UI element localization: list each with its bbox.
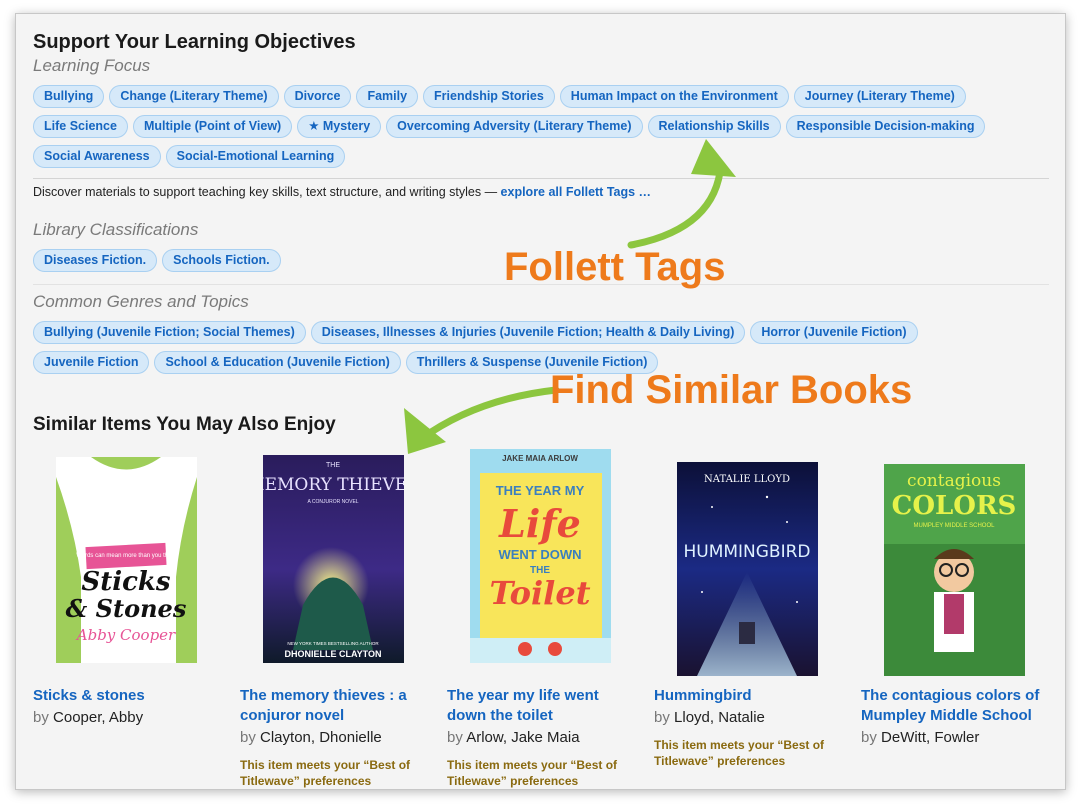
book-title[interactable]: The contagious colors of Mumpley Middle … (861, 686, 1051, 726)
explore-follett-tags-link[interactable]: explore all Follett Tags … (501, 185, 652, 199)
tag-chip[interactable]: Friendship Stories (423, 85, 555, 108)
svg-text:& Stones: & Stones (66, 594, 187, 623)
divider (33, 178, 1049, 179)
learning-objectives-heading: Support Your Learning Objectives (33, 31, 356, 53)
svg-text:HUMMINGBIRD: HUMMINGBIRD (683, 542, 810, 562)
find-similar-arrow (417, 386, 560, 443)
svg-text:THE YEAR MY: THE YEAR MY (496, 483, 585, 498)
tag-chip[interactable]: Horror (Juvenile Fiction) (750, 321, 918, 344)
svg-text:COLORS: COLORS (892, 491, 1017, 521)
tag-chip[interactable]: Multiple (Point of View) (132, 115, 293, 138)
svg-text:JAKE MAIA ARLOW: JAKE MAIA ARLOW (502, 454, 578, 463)
follett-tags-annotation: Follett Tags (504, 245, 726, 289)
tag-chip[interactable]: Journey (Literary Theme) (793, 85, 966, 108)
discover-text: Discover materials to support teaching k… (33, 185, 498, 199)
tag-chip[interactable]: Family (356, 85, 419, 108)
discover-line: Discover materials to support teaching k… (33, 185, 651, 199)
tag-chip[interactable]: Schools Fiction. (162, 249, 281, 272)
tag-chip[interactable]: Life Science (33, 115, 128, 138)
svg-text:WENT DOWN: WENT DOWN (498, 547, 581, 562)
tag-chip[interactable]: Social-Emotional Learning (165, 145, 346, 168)
cover-art: contagious COLORS MUMPLEY MIDDLE SCHOOL (884, 464, 1025, 676)
book-cover-hummingbird[interactable]: NATALIE LLOYD HUMMINGBIRD (677, 462, 818, 676)
book-title[interactable]: The year my life went down the toilet (447, 686, 637, 726)
tag-chip[interactable]: School & Education (Juvenile Fiction) (154, 351, 401, 374)
tag-chip[interactable]: Change (Literary Theme) (109, 85, 279, 108)
book-cover-contagious-colors[interactable]: contagious COLORS MUMPLEY MIDDLE SCHOOL (884, 464, 1025, 676)
book-author: by DeWitt, Fowler (861, 729, 980, 746)
cover-art: NATALIE LLOYD HUMMINGBIRD (677, 462, 818, 676)
genre-tags: Bullying (Juvenile Fiction; Social Theme… (33, 321, 1033, 374)
best-of-titlewave-note: This item meets your “Best of Titlewave”… (654, 738, 825, 768)
tag-chip[interactable]: ★ Mystery (297, 115, 382, 138)
tag-chip[interactable]: Relationship Skills (647, 115, 781, 138)
book-author: by Lloyd, Natalie (654, 709, 765, 726)
svg-text:A CONJUROR NOVEL: A CONJUROR NOVEL (307, 499, 358, 505)
best-of-titlewave-note: This item meets your “Best of Titlewave”… (240, 758, 411, 788)
svg-text:Life: Life (498, 501, 581, 546)
common-genres-label: Common Genres and Topics (33, 292, 249, 311)
tag-chip[interactable]: Divorce (283, 85, 352, 108)
book-title[interactable]: Hummingbird (654, 686, 844, 706)
cover-art: JAKE MAIA ARLOW THE YEAR MY Life WENT DO… (470, 449, 611, 663)
tag-chip[interactable]: Human Impact on the Environment (559, 85, 789, 108)
tag-chip[interactable]: Diseases Fiction. (33, 249, 158, 272)
svg-text:Toilet: Toilet (490, 574, 591, 612)
book-cover-year-my-life[interactable]: JAKE MAIA ARLOW THE YEAR MY Life WENT DO… (470, 449, 611, 663)
svg-text:DHONIELLE CLAYTON: DHONIELLE CLAYTON (284, 649, 381, 659)
svg-text:MEMORY THIEVES: MEMORY THIEVES (263, 475, 404, 495)
panel: Support Your Learning Objectives Learnin… (15, 13, 1066, 790)
book-author: by Cooper, Abby (33, 709, 144, 726)
svg-text:Sticks: Sticks (81, 567, 171, 597)
tag-chip[interactable]: Diseases, Illnesses & Injuries (Juvenile… (310, 321, 746, 344)
book-cover-sticks-and-stones[interactable]: Words can mean more than you think Stick… (56, 457, 197, 663)
tag-chip[interactable]: Bullying (Juvenile Fiction; Social Theme… (33, 321, 306, 344)
book-title[interactable]: Sticks & stones (33, 686, 223, 706)
svg-text:Words can mean more than you t: Words can mean more than you think (76, 553, 177, 559)
svg-text:THE: THE (326, 462, 340, 469)
best-of-titlewave-note: This item meets your “Best of Titlewave”… (447, 758, 618, 788)
similar-items-heading: Similar Items You May Also Enjoy (33, 414, 336, 435)
tag-chip[interactable]: Bullying (33, 85, 105, 108)
svg-text:Abby Cooper: Abby Cooper (75, 626, 176, 644)
book-author: by Arlow, Jake Maia (447, 729, 580, 746)
tag-chip[interactable]: Juvenile Fiction (33, 351, 150, 374)
book-cover-memory-thieves[interactable]: THE MEMORY THIEVES A CONJUROR NOVEL NEW … (263, 455, 404, 663)
find-similar-books-annotation: Find Similar Books (550, 368, 913, 412)
svg-text:MUMPLEY MIDDLE SCHOOL: MUMPLEY MIDDLE SCHOOL (914, 523, 996, 529)
learning-focus-label: Learning Focus (33, 56, 151, 75)
cover-art: THE MEMORY THIEVES A CONJUROR NOVEL NEW … (263, 455, 404, 663)
find-similar-arrowhead (404, 408, 446, 454)
library-classifications-label: Library Classifications (33, 220, 199, 239)
book-title[interactable]: The memory thieves : a conjuror novel (240, 686, 430, 726)
svg-text:NATALIE LLOYD: NATALIE LLOYD (704, 474, 790, 485)
learning-focus-tags: Bullying Change (Literary Theme) Divorce Fa… (33, 85, 1053, 168)
svg-text:NEW YORK TIMES BESTSELLING AUT: NEW YORK TIMES BESTSELLING AUTHOR (287, 641, 379, 646)
tag-chip[interactable]: Overcoming Adversity (Literary Theme) (386, 115, 643, 138)
tag-chip[interactable]: Responsible Decision-making (785, 115, 986, 138)
tag-chip[interactable]: Social Awareness (33, 145, 161, 168)
book-author: by Clayton, Dhonielle (240, 729, 382, 746)
svg-text:contagious: contagious (907, 471, 1001, 491)
cover-art: Words can mean more than you think Stick… (56, 457, 197, 663)
follett-tags-arrow (627, 160, 725, 249)
